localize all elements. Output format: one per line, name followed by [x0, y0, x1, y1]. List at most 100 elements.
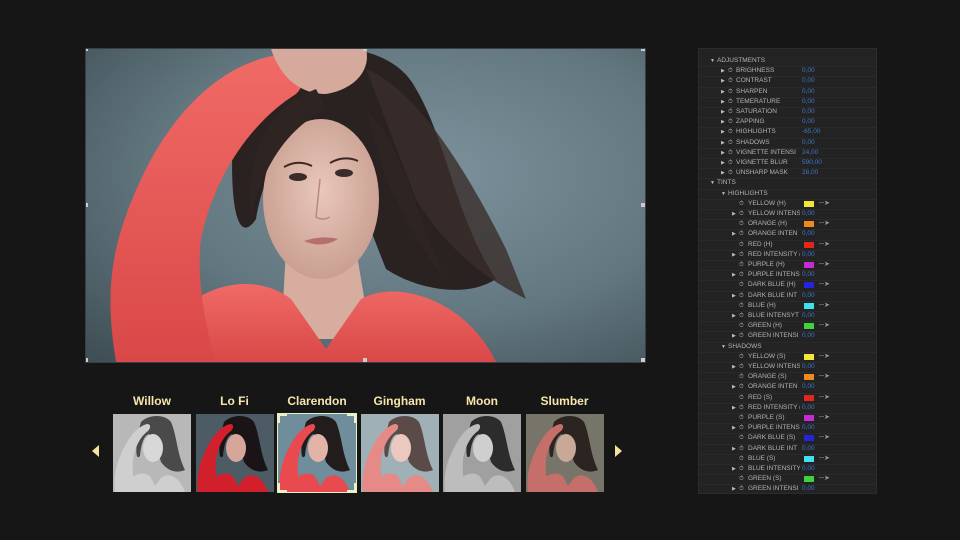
stopwatch-icon[interactable]: ⏱ [728, 138, 733, 148]
row-value[interactable]: 0,00 [802, 209, 815, 219]
color-swatch[interactable] [804, 353, 814, 360]
expand-right-icon[interactable]: ▶ [732, 423, 736, 433]
row-value[interactable]: 0,00 [802, 66, 815, 76]
stopwatch-icon[interactable]: ⏱ [739, 433, 744, 443]
stopwatch-icon[interactable]: ⏱ [728, 127, 733, 137]
row-value[interactable]: 0,00 [802, 331, 815, 341]
expand-right-icon[interactable]: ▶ [721, 168, 725, 178]
expand-right-icon[interactable]: ▶ [721, 97, 725, 107]
stopwatch-icon[interactable]: ⏱ [739, 199, 744, 209]
crop-handle-top[interactable] [363, 49, 367, 51]
expand-right-icon[interactable]: ▶ [732, 464, 736, 474]
row-value[interactable]: 0,00 [802, 270, 815, 280]
photo-preview[interactable] [85, 48, 646, 363]
color-swatch[interactable] [804, 262, 814, 268]
stopwatch-icon[interactable]: ⏱ [739, 260, 744, 270]
expand-right-icon[interactable]: ▶ [721, 66, 725, 76]
color-swatch[interactable] [804, 374, 814, 381]
stopwatch-icon[interactable]: ⏱ [739, 280, 744, 290]
filter-thumbnail[interactable] [360, 414, 439, 492]
stopwatch-icon[interactable]: ⏱ [739, 454, 744, 464]
row-value[interactable]: 0,00 [802, 117, 815, 127]
expand-right-icon[interactable]: ▶ [732, 362, 736, 372]
stopwatch-icon[interactable]: ⏱ [739, 403, 744, 413]
row-value[interactable]: 24,00 [802, 148, 818, 158]
expand-right-icon[interactable]: ▶ [721, 148, 725, 158]
stopwatch-icon[interactable]: ⏱ [739, 301, 744, 311]
expand-down-icon[interactable]: ▼ [710, 178, 715, 188]
expand-down-icon[interactable]: ▼ [721, 342, 726, 352]
prev-filter-arrow-icon[interactable] [92, 445, 99, 457]
stopwatch-icon[interactable]: ⏱ [728, 87, 733, 97]
stopwatch-icon[interactable]: ⏱ [739, 444, 744, 454]
expand-right-icon[interactable]: ▶ [732, 229, 736, 239]
expand-down-icon[interactable]: ▼ [721, 189, 726, 199]
color-swatch[interactable] [804, 282, 814, 289]
row-value[interactable]: 0,00 [802, 97, 815, 107]
eyedropper-icon[interactable]: ─➤ [819, 413, 830, 423]
stopwatch-icon[interactable]: ⏱ [739, 229, 744, 239]
eyedropper-icon[interactable]: ─➤ [819, 219, 830, 229]
stopwatch-icon[interactable]: ⏱ [739, 240, 744, 250]
crop-handle-left[interactable] [86, 203, 88, 207]
stopwatch-icon[interactable]: ⏱ [739, 372, 744, 382]
stopwatch-icon[interactable]: ⏱ [728, 107, 733, 117]
stopwatch-icon[interactable]: ⏱ [739, 474, 744, 484]
filter-gingham[interactable]: Gingham [360, 392, 439, 492]
color-swatch[interactable] [804, 241, 814, 248]
eyedropper-icon[interactable]: ─➤ [819, 433, 830, 443]
tint-intensity-row[interactable]: ▶ ⏱ GREEN INTENSI 0,00 [699, 484, 876, 493]
stopwatch-icon[interactable]: ⏱ [728, 97, 733, 107]
row-value[interactable]: 0,00 [802, 464, 815, 474]
stopwatch-icon[interactable]: ⏱ [739, 413, 744, 423]
next-filter-arrow-icon[interactable] [615, 445, 622, 457]
filter-thumbnail[interactable] [443, 414, 521, 492]
expand-right-icon[interactable]: ▶ [732, 291, 736, 301]
stopwatch-icon[interactable]: ⏱ [739, 219, 744, 229]
color-swatch[interactable] [804, 221, 814, 228]
row-value[interactable]: -65,00 [802, 127, 820, 137]
stopwatch-icon[interactable]: ⏱ [728, 76, 733, 86]
filter-moon[interactable]: Moon [443, 392, 521, 492]
crop-handle-bottom-right[interactable] [641, 358, 645, 362]
color-swatch[interactable] [804, 394, 814, 401]
filter-slumber[interactable]: Slumber [525, 392, 604, 492]
stopwatch-icon[interactable]: ⏱ [728, 148, 733, 158]
expand-right-icon[interactable]: ▶ [721, 117, 725, 127]
eyedropper-icon[interactable]: ─➤ [819, 352, 830, 362]
row-value[interactable]: 0,00 [802, 291, 815, 301]
expand-right-icon[interactable]: ▶ [732, 311, 736, 321]
row-value[interactable]: 0,00 [802, 107, 815, 117]
row-value[interactable]: 0,00 [802, 229, 815, 239]
expand-right-icon[interactable]: ▶ [721, 87, 725, 97]
stopwatch-icon[interactable]: ⏱ [728, 117, 733, 127]
color-swatch[interactable] [804, 323, 814, 330]
color-swatch[interactable] [804, 200, 814, 207]
color-swatch[interactable] [804, 455, 814, 462]
stopwatch-icon[interactable]: ⏱ [739, 362, 744, 372]
expand-right-icon[interactable]: ▶ [732, 270, 736, 280]
expand-right-icon[interactable]: ▶ [732, 250, 736, 260]
filter-clarendon[interactable]: Clarendon [277, 392, 357, 493]
expand-right-icon[interactable]: ▶ [732, 382, 736, 392]
filter-lo-fi[interactable]: Lo Fi [195, 392, 274, 492]
stopwatch-icon[interactable]: ⏱ [739, 464, 744, 474]
crop-handle-top-right[interactable] [641, 49, 645, 51]
expand-right-icon[interactable]: ▶ [721, 158, 725, 168]
stopwatch-icon[interactable]: ⏱ [739, 484, 744, 493]
row-value[interactable]: 28,00 [802, 168, 818, 178]
filter-thumbnail[interactable] [277, 413, 357, 493]
row-value[interactable]: 0,00 [802, 76, 815, 86]
row-value[interactable]: 0,00 [802, 311, 815, 321]
stopwatch-icon[interactable]: ⏱ [739, 250, 744, 260]
stopwatch-icon[interactable]: ⏱ [728, 168, 733, 178]
stopwatch-icon[interactable]: ⏱ [739, 311, 744, 321]
expand-right-icon[interactable]: ▶ [721, 107, 725, 117]
stopwatch-icon[interactable]: ⏱ [728, 66, 733, 76]
row-value[interactable]: 590,00 [802, 158, 822, 168]
color-swatch[interactable] [804, 415, 814, 421]
crop-handle-right[interactable] [641, 203, 645, 207]
row-value[interactable]: 0,00 [802, 403, 815, 413]
filter-willow[interactable]: Willow [113, 392, 191, 492]
expand-right-icon[interactable]: ▶ [721, 127, 725, 137]
